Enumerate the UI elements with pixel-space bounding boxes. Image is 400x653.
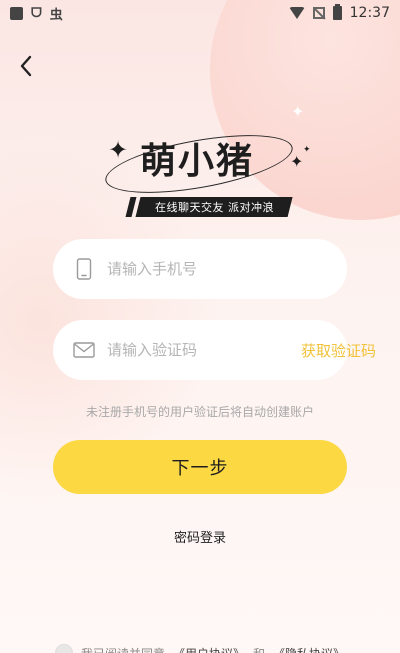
chevron-left-icon [20, 55, 32, 77]
logo-sparkle-icon: ✦ [290, 152, 304, 171]
app-logo: ✦ ✦ ✦ 萌小猪 在线聊天交友 派对冲浪 [100, 118, 314, 220]
no-signal-icon [312, 7, 325, 19]
status-time: 12:37 [349, 5, 390, 21]
agreement-row: 我已阅读并同意 《用户协议》 和 《隐私协议》 [55, 644, 345, 653]
phone-icon [73, 258, 95, 280]
tagline-cap-left [125, 197, 137, 217]
notification-square-icon [10, 6, 23, 20]
battery-icon [332, 4, 342, 20]
status-bar-right: 12:37 [288, 4, 390, 21]
back-button[interactable] [14, 54, 38, 78]
verification-code-input[interactable] [107, 341, 301, 359]
logo-sparkle-icon: ✦ [303, 145, 311, 155]
app-tagline: 在线聊天交友 派对冲浪 [135, 197, 293, 217]
registration-hint: 未注册手机号的用户验证后将自动创建账户 [85, 405, 314, 419]
app-title: 萌小猪 [140, 141, 255, 182]
app-tagline-text: 在线聊天交友 派对冲浪 [154, 201, 274, 214]
get-code-button[interactable]: 获取验证码 [301, 340, 376, 361]
password-login-link[interactable]: 密码登录 [0, 527, 400, 546]
agreement-checkbox[interactable] [55, 644, 73, 653]
verification-code-field[interactable]: 获取验证码 [53, 320, 376, 380]
notification-app-icon: ᗜ [31, 5, 42, 21]
mail-icon [73, 339, 95, 361]
notification-bug-icon: 虫 [49, 7, 63, 23]
agreement-and: 和 [253, 645, 265, 653]
wifi-icon [288, 7, 305, 19]
logo-sparkle-icon: ✦ [108, 136, 129, 164]
phone-input[interactable] [107, 260, 327, 278]
privacy-policy-link[interactable]: 《隐私协议》 [273, 645, 345, 653]
agreement-text: 我已阅读并同意 [81, 645, 165, 653]
phone-field[interactable] [53, 239, 347, 299]
user-agreement-link[interactable]: 《用户协议》 [173, 645, 245, 653]
status-bar: ᗜ 虫 12:37 [0, 0, 400, 26]
next-step-button[interactable]: 下一步 [53, 440, 347, 494]
status-bar-left: ᗜ 虫 [10, 4, 63, 23]
